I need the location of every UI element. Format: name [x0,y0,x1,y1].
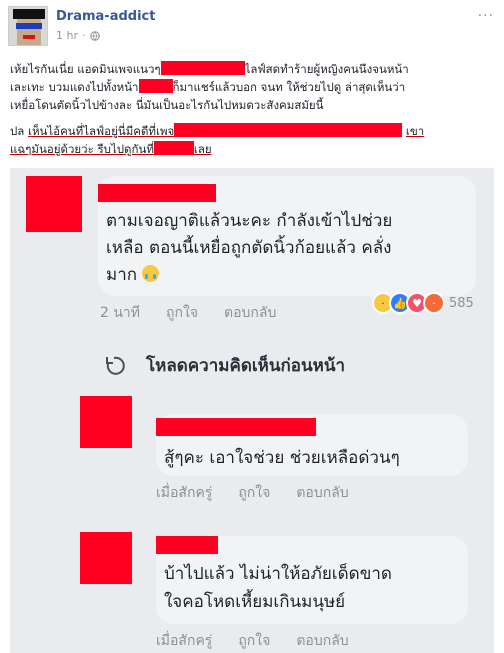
globe-icon [89,30,100,41]
comment-text: บ้าไปแล้ว ไม่น่าให้อภัยเด็ดขาด ใจคอโหดเห… [164,564,392,612]
redaction-bar [160,61,245,75]
comment-actions: เมื่อสักครู่ ถูกใจ ตอบกลับ [156,630,349,652]
crying-face-icon [142,265,160,282]
redaction-bar [153,141,194,155]
comment-text: ตามเจอญาติแล้วนะคะ กำลังเข้าไปช่วย เหลือ… [106,211,393,285]
page-name-link[interactable]: Drama-addict [56,9,155,24]
post-header: Drama-addict 1 hr · ··· [0,0,504,56]
load-previous-comments[interactable]: โหลดความคิดเห็นก่อนหน้า [102,352,345,379]
angry-reaction-icon: · [423,292,445,314]
comment-time[interactable]: เมื่อสักครู่ [156,482,212,504]
redaction-bar [138,79,173,93]
comment-screenshot: ตามเจอญาติแล้วนะคะ กำลังเข้าไปช่วย เหลือ… [10,168,494,653]
like-button[interactable]: ถูกใจ [238,482,270,504]
redacted-avatar [80,532,132,584]
redacted-avatar [26,176,82,232]
comment-actions: เมื่อสักครู่ ถูกใจ ตอบกลับ [156,482,349,504]
post-body: เห้ยไรกันเนี่ย แอดมินเพจแนวๆ ไลฟ์สดทำร้าย… [10,60,494,166]
post-timestamp[interactable]: 1 hr [56,29,78,42]
post-paragraph-1: เห้ยไรกันเนี่ย แอดมินเพจแนวๆ ไลฟ์สดทำร้าย… [10,61,409,112]
reaction-count: 585 [449,295,474,311]
redaction-bar [174,123,403,137]
comment-time[interactable]: เมื่อสักครู่ [156,630,212,652]
reply-button[interactable]: ตอบกลับ [296,630,348,652]
redacted-avatar [80,396,132,448]
post-options-icon[interactable]: ··· [478,8,494,24]
post-paragraph-2: ปล เห็นไอ้คนที่ไลฟ์อยู่นี่มีคดีที่เพจ เข… [10,123,425,156]
post-meta: 1 hr · [56,29,100,42]
like-button[interactable]: ถูกใจ [238,630,270,652]
reload-icon [106,356,125,375]
reply-button[interactable]: ตอบกลับ [296,482,348,504]
page-avatar[interactable] [8,6,48,46]
comment-actions: 2 นาที ถูกใจ ตอบกลับ [100,302,276,324]
reply-button[interactable]: ตอบกลับ [224,302,276,324]
redacted-commenter-name [156,418,316,436]
redacted-commenter-name [156,536,218,554]
comment-text: สู้ๆคะ เอาใจช่วย ช่วยเหลือด่วนๆ [164,448,400,468]
redacted-commenter-name [98,184,216,202]
reaction-summary[interactable]: · 👍 ♥ · 585 [372,292,474,314]
like-button[interactable]: ถูกใจ [166,302,198,324]
comment-time[interactable]: 2 นาที [100,302,140,324]
